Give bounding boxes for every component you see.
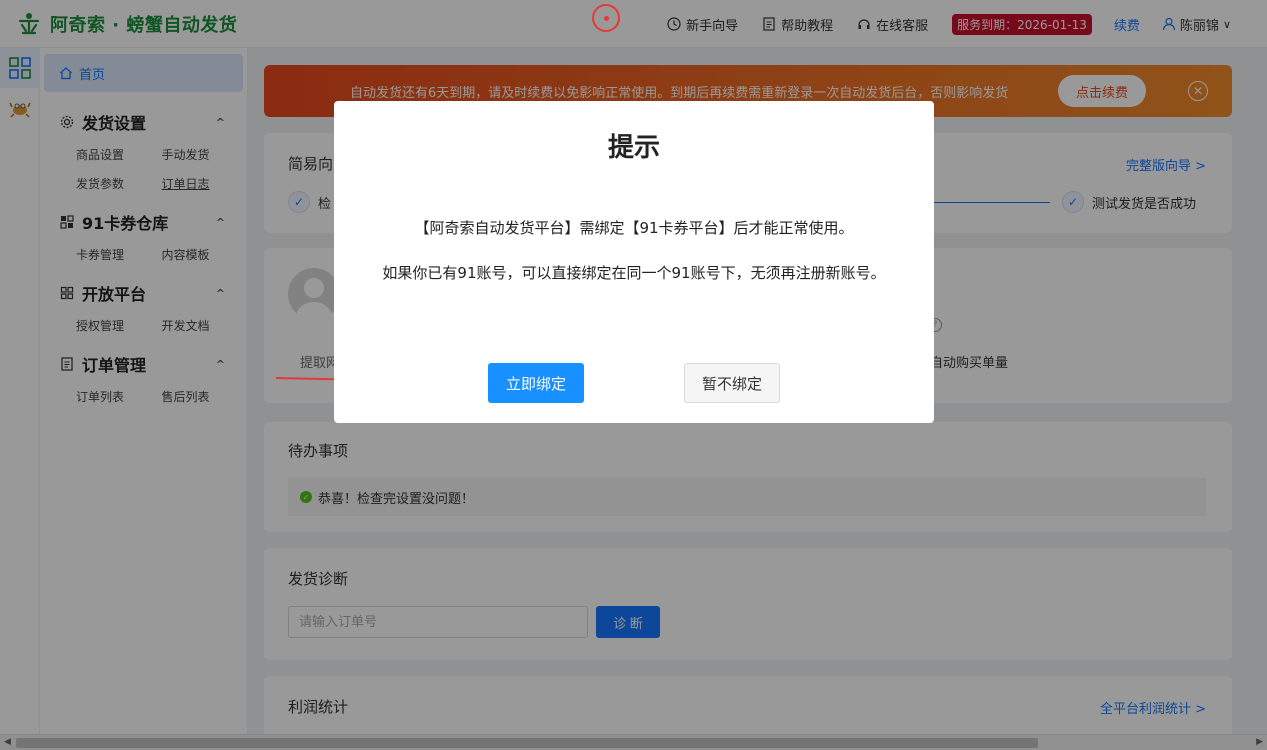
bind-dialog: 提示 【阿奇索自动发货平台】需绑定【91卡券平台】后才能正常使用。 如果你已有9… bbox=[334, 101, 934, 423]
dialog-message-1: 【阿奇索自动发货平台】需绑定【91卡券平台】后才能正常使用。 bbox=[414, 219, 854, 237]
bind-now-button[interactable]: 立即绑定 bbox=[488, 363, 584, 403]
dialog-message-2: 如果你已有91账号，可以直接绑定在同一个91账号下，无须再注册新账号。 bbox=[382, 264, 886, 282]
dialog-title: 提示 bbox=[607, 133, 660, 163]
annotation-circle bbox=[592, 4, 620, 32]
skip-bind-button[interactable]: 暂不绑定 bbox=[684, 363, 780, 403]
